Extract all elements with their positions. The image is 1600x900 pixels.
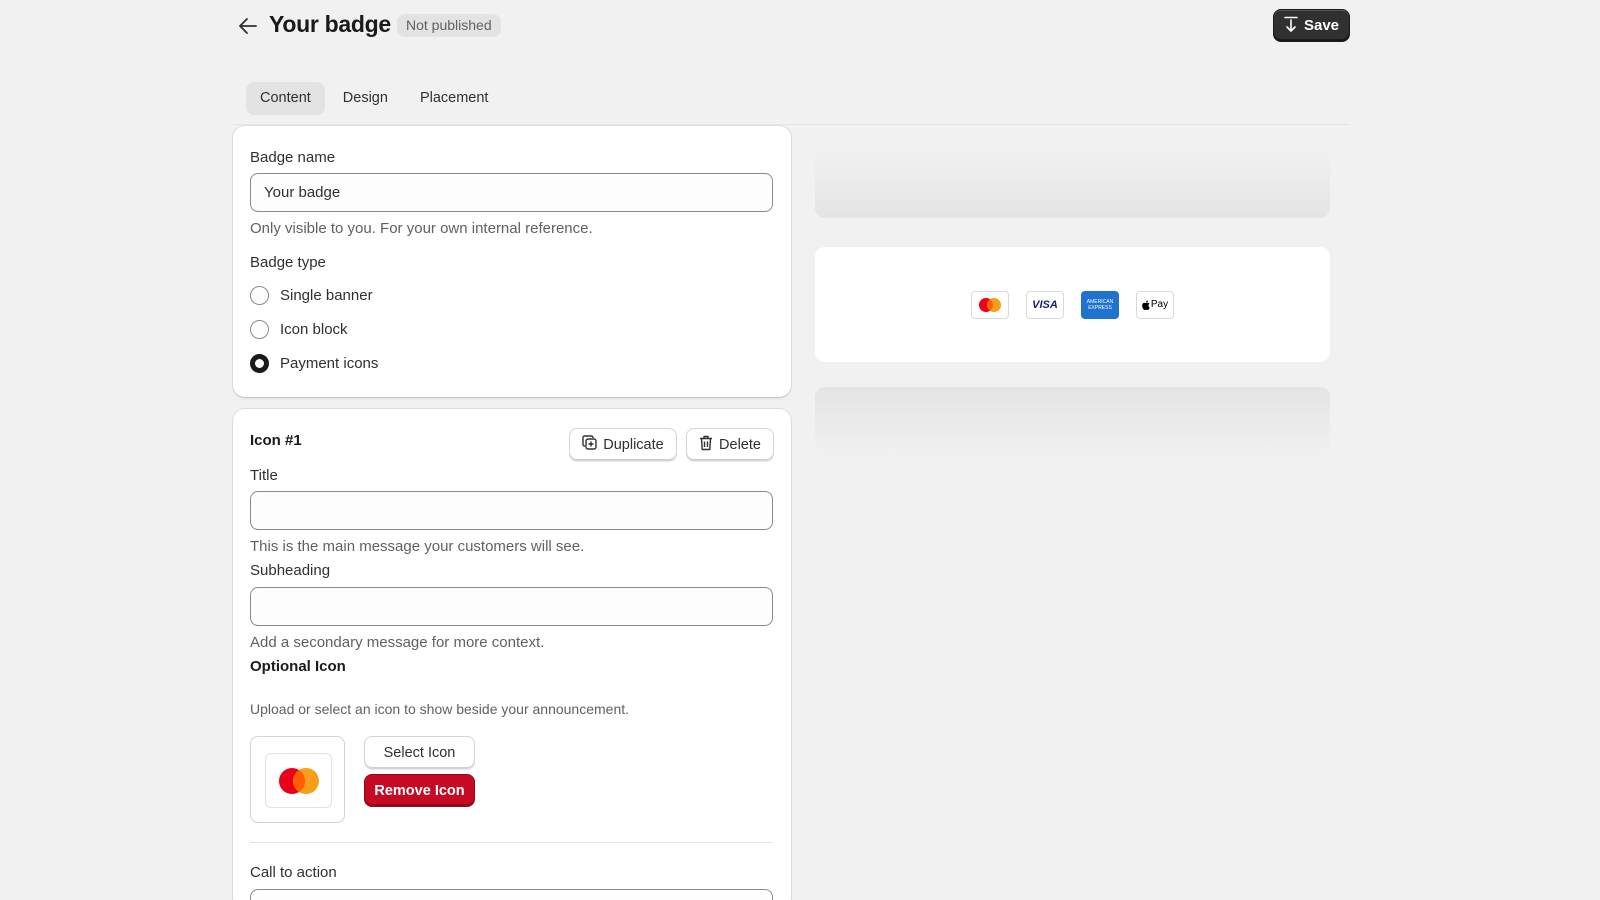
tab-bar: Content Design Placement (246, 82, 502, 115)
title-help: This is the main message your customers … (250, 538, 585, 555)
optional-icon-help: Upload or select an icon to show beside … (250, 701, 630, 717)
subheading-input[interactable] (250, 587, 773, 626)
visa-icon: VISA (1026, 290, 1064, 319)
status-badge: Not published (397, 14, 501, 37)
radio-single-banner[interactable]: Single banner (250, 286, 373, 305)
radio-label: Single banner (280, 287, 373, 304)
duplicate-button[interactable]: Duplicate (569, 428, 677, 461)
mastercard-icon (971, 290, 1009, 319)
remove-icon-button[interactable]: Remove Icon (364, 774, 475, 807)
subheading-help: Add a secondary message for more context… (250, 634, 545, 651)
title-label: Title (250, 467, 278, 484)
payment-icons-preview: VISA AMERICAN EXPRESS Pay (815, 247, 1330, 362)
radio-icon-block[interactable]: Icon block (250, 320, 348, 339)
trash-icon (699, 435, 713, 455)
select-icon-button[interactable]: Select Icon (364, 736, 475, 769)
radio-button[interactable] (250, 286, 269, 305)
selected-icon-preview (250, 736, 345, 823)
radio-label: Payment icons (280, 355, 379, 372)
badge-type-label: Badge type (250, 254, 326, 271)
radio-label: Icon block (280, 321, 348, 338)
save-button[interactable]: Save (1273, 9, 1350, 42)
optional-icon-label: Optional Icon (250, 658, 346, 675)
back-arrow-icon[interactable] (236, 14, 260, 38)
preview-placeholder-top (815, 148, 1330, 218)
tab-design[interactable]: Design (329, 82, 402, 115)
duplicate-icon (582, 435, 597, 454)
save-label: Save (1303, 17, 1340, 34)
badge-name-label: Badge name (250, 149, 336, 166)
title-input[interactable] (250, 491, 773, 530)
badge-name-input[interactable]: Your badge (250, 173, 773, 212)
icon-item-card: Icon #1 Duplicate Delete Title This is t… (233, 409, 791, 900)
radio-button-checked[interactable] (250, 354, 269, 373)
radio-payment-icons[interactable]: Payment icons (250, 354, 378, 373)
tabs-divider (233, 124, 1350, 125)
tab-placement[interactable]: Placement (406, 82, 503, 115)
badge-settings-card: Badge name Your badge Only visible to yo… (233, 126, 791, 397)
amex-icon: AMERICAN EXPRESS (1081, 290, 1119, 319)
section-divider (250, 842, 773, 843)
icon-item-heading: Icon #1 (250, 432, 302, 449)
tab-content[interactable]: Content (246, 82, 325, 115)
cta-input[interactable] (250, 889, 773, 900)
save-icon (1284, 16, 1298, 36)
duplicate-label: Duplicate (603, 436, 664, 453)
page-title: Your badge (269, 11, 391, 37)
mastercard-icon (265, 753, 332, 808)
radio-button[interactable] (250, 320, 269, 339)
subheading-label: Subheading (250, 562, 331, 579)
apple-pay-icon: Pay (1136, 290, 1174, 319)
delete-label: Delete (719, 436, 761, 453)
cta-label: Call to action (250, 864, 337, 881)
badge-name-help: Only visible to you. For your own intern… (250, 220, 593, 237)
preview-placeholder-bottom (815, 387, 1330, 457)
delete-button[interactable]: Delete (686, 428, 774, 461)
